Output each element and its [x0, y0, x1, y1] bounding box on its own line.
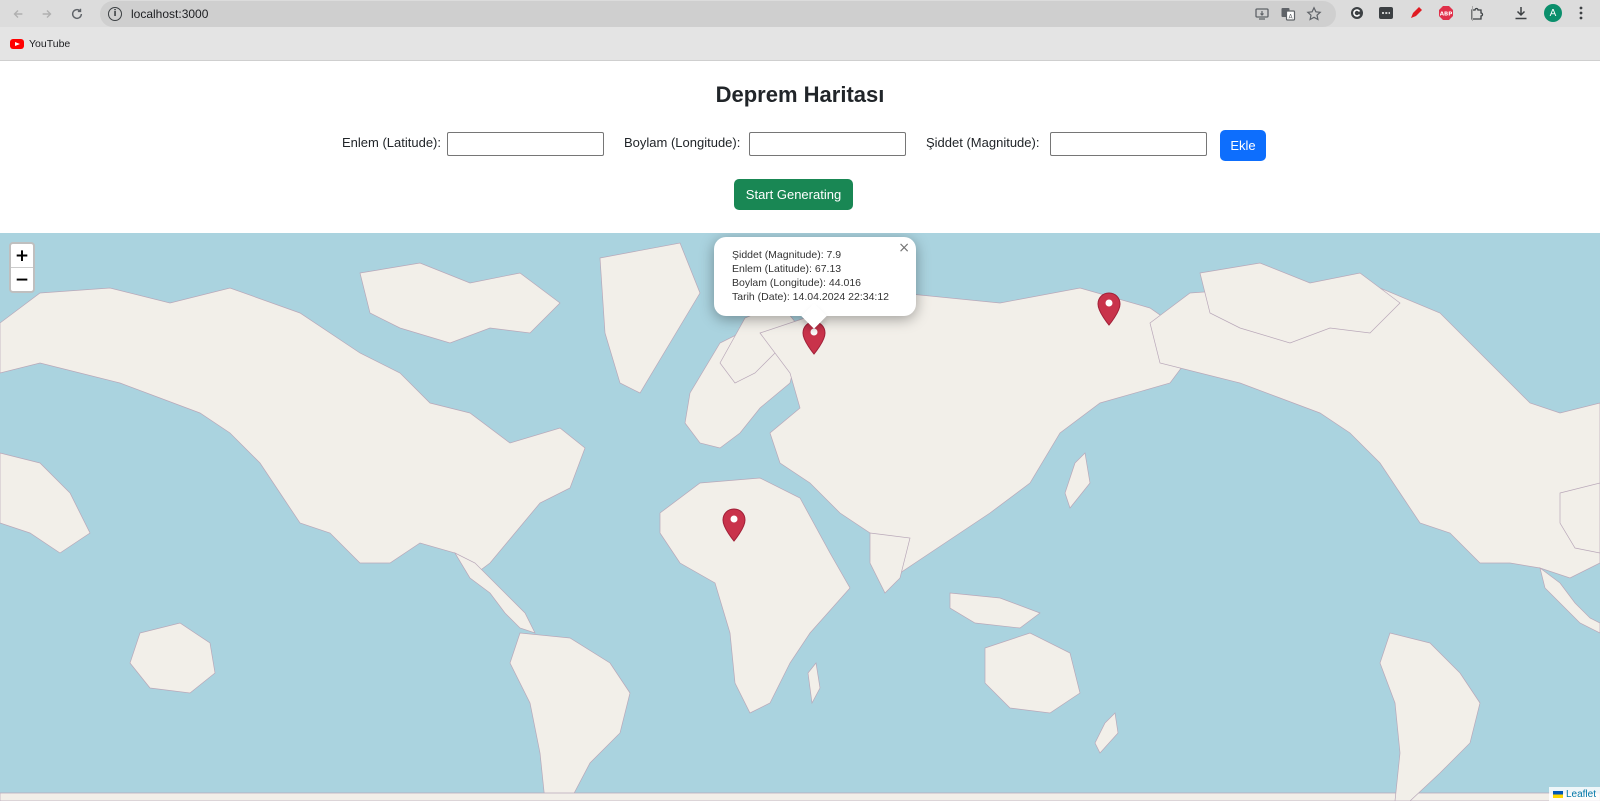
forward-icon[interactable] [36, 3, 58, 25]
zoom-in-button[interactable]: + [11, 244, 33, 268]
pen-icon[interactable] [1407, 4, 1425, 22]
popup-latitude: Enlem (Latitude): 67.13 [732, 263, 842, 275]
page-title: Deprem Haritası [715, 82, 885, 107]
toolbar-divider [1472, 6, 1473, 21]
profile-avatar[interactable]: A [1544, 4, 1562, 22]
url-text[interactable]: localhost:3000 [131, 7, 208, 21]
install-icon[interactable] [1254, 6, 1270, 22]
longitude-input[interactable] [749, 132, 906, 156]
puzzle-icon[interactable] [1468, 4, 1486, 22]
zoom-control: + − [9, 242, 35, 293]
bookmarks-bar: YouTube [0, 27, 1600, 61]
back-icon[interactable] [7, 3, 29, 25]
bookmark-label: YouTube [29, 38, 71, 50]
popup-close-button[interactable]: × [898, 240, 910, 256]
leaflet-link[interactable]: Leaflet [1566, 789, 1596, 800]
longitude-label: Boylam (Longitude): [624, 135, 741, 150]
magnitude-label: Şiddet (Magnitude): [926, 135, 1040, 150]
latitude-input[interactable] [447, 132, 604, 156]
download-icon[interactable] [1512, 4, 1530, 22]
reload-icon[interactable] [66, 3, 88, 25]
earthquake-marker[interactable] [721, 508, 747, 542]
world-map-tiles [0, 242, 1600, 801]
bookmark-youtube[interactable]: YouTube [10, 37, 70, 51]
address-bar[interactable]: i localhost:3000 A [100, 1, 1336, 27]
earthquake-marker[interactable] [1096, 292, 1122, 326]
popup-date: Tarih (Date): 14.04.2024 22:34:12 [732, 291, 890, 303]
latitude-label: Enlem (Latitude): [342, 135, 441, 150]
magnitude-input[interactable] [1050, 132, 1207, 156]
zoom-out-button[interactable]: − [11, 268, 33, 291]
marker-popup: × Şiddet (Magnitude): 7.9 Enlem (Latitud… [714, 237, 916, 329]
abp-icon[interactable]: ABP [1437, 4, 1455, 22]
star-icon[interactable] [1306, 6, 1322, 22]
map-attribution: Leaflet [1548, 787, 1600, 801]
menu-icon[interactable] [1377, 4, 1395, 22]
browser-toolbar: i localhost:3000 A ABP A [0, 0, 1600, 27]
add-button[interactable]: Ekle [1220, 130, 1266, 161]
svg-text:ABP: ABP [1440, 11, 1452, 17]
start-generating-button[interactable]: Start Generating [734, 179, 853, 210]
popup-magnitude: Şiddet (Magnitude): 7.9 [732, 249, 842, 261]
info-icon[interactable]: i [108, 7, 122, 21]
earthquake-map[interactable]: + − × Şiddet (Magnitude): 7.9 Enlem (Lat… [0, 233, 1600, 801]
extension-icon[interactable] [1348, 4, 1366, 22]
more-vert-icon[interactable] [1572, 4, 1590, 22]
popup-longitude: Boylam (Longitude): 44.016 [732, 277, 861, 289]
youtube-icon [10, 39, 24, 49]
page-body: Deprem Haritası Enlem (Latitude): Boylam… [0, 62, 1600, 801]
translate-icon[interactable]: A [1280, 6, 1296, 22]
ukraine-flag-icon [1552, 790, 1563, 798]
